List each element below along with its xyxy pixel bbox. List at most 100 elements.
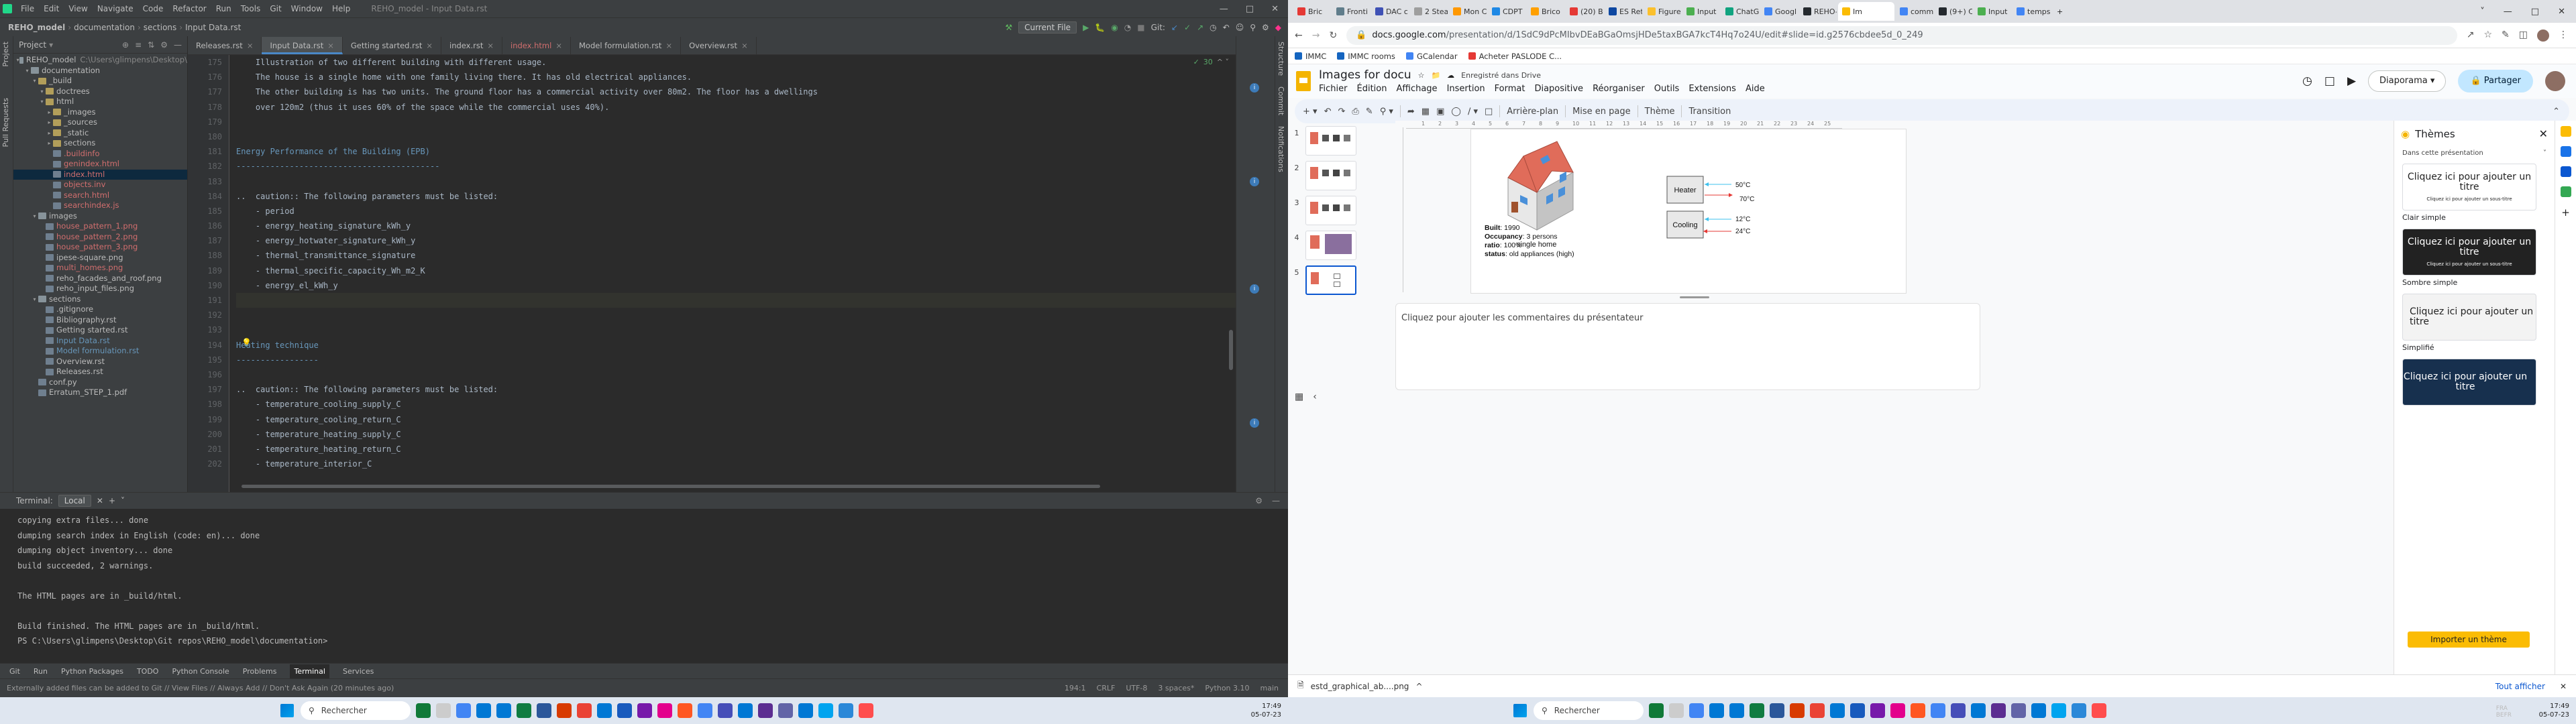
terminal-hide-icon[interactable]: — — [1272, 496, 1280, 505]
rollback-icon[interactable]: ↶ — [1223, 23, 1230, 32]
slides-logo-icon[interactable] — [1296, 71, 1311, 91]
taskbar-clock[interactable]: 17:49 05-07-23 — [2539, 702, 2576, 719]
taskbar-app-icon[interactable] — [496, 703, 511, 718]
breadcrumb-folder[interactable]: documentation — [71, 23, 138, 32]
taskbar-app-icon[interactable] — [617, 703, 632, 718]
expand-arrow-icon[interactable]: ▾ — [31, 76, 38, 86]
taskbar-app-icon[interactable] — [758, 703, 773, 718]
expand-arrow-icon[interactable]: ▾ — [23, 66, 31, 76]
taskbar-app-icon[interactable] — [597, 703, 612, 718]
browser-tab[interactable]: CDPT — [1488, 2, 1525, 21]
slide-thumbnail[interactable]: 1 — [1288, 126, 1395, 161]
bookmark-item[interactable]: IMMC — [1295, 52, 1326, 61]
taskbar-app-icon[interactable] — [2092, 703, 2106, 718]
account-avatar[interactable] — [2545, 71, 2565, 91]
redo-icon[interactable]: ↷ — [1338, 107, 1345, 117]
taskbar-app-icon[interactable] — [1689, 703, 1704, 718]
terminal-tab-local[interactable]: Local — [58, 495, 91, 507]
taskbar-app-icon[interactable] — [1890, 703, 1905, 718]
line-icon[interactable]: ∕ ▾ — [1468, 107, 1478, 117]
browser-tab[interactable]: 2 Stea — [1410, 2, 1448, 21]
bookmark-item[interactable]: GCalendar — [1405, 52, 1458, 61]
browser-tab[interactable]: (9+) C — [1935, 2, 1972, 21]
debug-icon[interactable]: 🐛 — [1095, 23, 1105, 32]
horizontal-scrollbar[interactable] — [241, 485, 1100, 488]
taskbar-app-icon[interactable] — [557, 703, 572, 718]
taskbar-app-icon[interactable] — [798, 703, 813, 718]
close-tab-icon[interactable]: × — [555, 41, 562, 50]
themes-filter-dropdown[interactable]: Dans cette présentation ˅ — [2402, 149, 2546, 157]
breadcrumb-file[interactable]: Input Data.rst — [182, 23, 244, 32]
terminal-settings-icon[interactable]: ⚙ — [1255, 496, 1263, 505]
tree-item[interactable]: Overview.rst — [13, 357, 187, 367]
menu-navigate[interactable]: Navigate — [93, 4, 138, 13]
tree-item[interactable]: Input Data.rst — [13, 336, 187, 347]
collapse-toolbar-icon[interactable]: ⌃ — [2553, 107, 2569, 117]
taskbar-app-icon[interactable] — [718, 703, 733, 718]
present-button[interactable]: Diaporama ▾ — [2368, 70, 2447, 92]
taskbar-app-icon[interactable] — [1931, 703, 1945, 718]
tree-item[interactable]: ▾ _build — [13, 76, 187, 86]
url-field[interactable]: 🔒 docs.google.com/presentation/d/1SdC9dP… — [1346, 25, 2457, 45]
close-tab-icon[interactable]: × — [327, 41, 334, 50]
tree-item[interactable]: ▾ doctrees — [13, 86, 187, 97]
start-icon[interactable] — [1513, 704, 1527, 717]
slide-thumbnail[interactable]: 5 — [1288, 265, 1395, 300]
taskbar-app-icon[interactable] — [456, 703, 471, 718]
git-commit-icon[interactable]: ✓ — [1184, 23, 1191, 32]
tool-structure[interactable]: Structure — [1275, 36, 1287, 81]
bookmark-item[interactable]: IMMC rooms — [1337, 52, 1395, 61]
keep-icon[interactable] — [2561, 126, 2571, 137]
tree-item[interactable]: reho_input_files.png — [13, 284, 187, 294]
browser-tab[interactable]: comm — [1896, 2, 1933, 21]
close-tab-icon[interactable]: × — [247, 41, 254, 50]
taskbar-app-icon[interactable] — [738, 703, 753, 718]
user-icon[interactable]: ☺ — [1236, 23, 1244, 32]
git-branch[interactable]: main — [1260, 684, 1279, 692]
file-encoding[interactable]: UTF-8 — [1126, 684, 1147, 692]
tree-item[interactable]: multi_homes.png — [13, 263, 187, 274]
slide-thumbnail[interactable]: 3 — [1288, 196, 1395, 231]
taskbar-app-icon[interactable] — [818, 703, 833, 718]
breadcrumb-project[interactable]: REHO_model — [5, 23, 68, 32]
tree-item[interactable]: ▾ sections — [13, 294, 187, 305]
taskbar-app-icon[interactable] — [1951, 703, 1966, 718]
show-all-downloads[interactable]: Tout afficher — [2496, 682, 2545, 691]
taskbar-app-icon[interactable] — [416, 703, 431, 718]
meet-icon[interactable]: ▶ — [2347, 74, 2356, 88]
panel-settings-icon[interactable]: ⚙ — [160, 40, 168, 50]
tree-item[interactable]: ▾ html — [13, 97, 187, 107]
taskbar-app-icon[interactable] — [859, 703, 873, 718]
tool-tab-terminal[interactable]: Terminal — [290, 664, 329, 678]
select-icon[interactable]: ➦ — [1407, 107, 1415, 117]
browser-tab[interactable]: ChatG — [1721, 2, 1759, 21]
maps-icon[interactable] — [2561, 186, 2571, 197]
tool-tab-git[interactable]: Git — [9, 667, 20, 676]
git-update-icon[interactable]: ↙ — [1171, 23, 1178, 32]
editor-tab[interactable]: Model formulation.rst × — [571, 37, 682, 54]
tasks-icon[interactable] — [2561, 146, 2571, 157]
taskbar-app-icon[interactable] — [2051, 703, 2066, 718]
new-terminal-icon[interactable]: + — [109, 496, 115, 505]
editor-tab[interactable]: Releases.rst × — [188, 37, 262, 54]
tool-pull-requests[interactable]: Pull Requests — [0, 93, 11, 152]
taskbar-app-icon[interactable] — [1810, 703, 1825, 718]
expand-arrow-icon[interactable]: ▾ — [31, 294, 38, 305]
taskbar-app-icon[interactable] — [1911, 703, 1925, 718]
taskbar-app-icon[interactable] — [1770, 703, 1784, 718]
tree-item[interactable]: ▸ _static — [13, 128, 187, 139]
taskbar-app-icon[interactable] — [577, 703, 592, 718]
theme-button[interactable]: Thème — [1645, 107, 1675, 117]
document-title[interactable]: Images for docu — [1319, 68, 1411, 82]
browser-tab[interactable]: Googl — [1760, 2, 1798, 21]
slides-menu-item[interactable]: Diapositive — [1534, 84, 1583, 94]
tree-item[interactable]: Releases.rst — [13, 367, 187, 377]
paint-format-icon[interactable]: ✎ — [1366, 107, 1373, 117]
tree-item[interactable]: searchindex.js — [13, 200, 187, 211]
tree-item[interactable]: ▸ _images — [13, 107, 187, 118]
close-tab-icon[interactable]: ✕ — [97, 496, 103, 505]
tool-tab-problems[interactable]: Problems — [243, 667, 277, 676]
more-icon[interactable]: ⋮ — [2559, 29, 2568, 42]
tree-item[interactable]: conf.py — [13, 377, 187, 388]
maximize-icon[interactable]: □ — [2531, 7, 2539, 17]
